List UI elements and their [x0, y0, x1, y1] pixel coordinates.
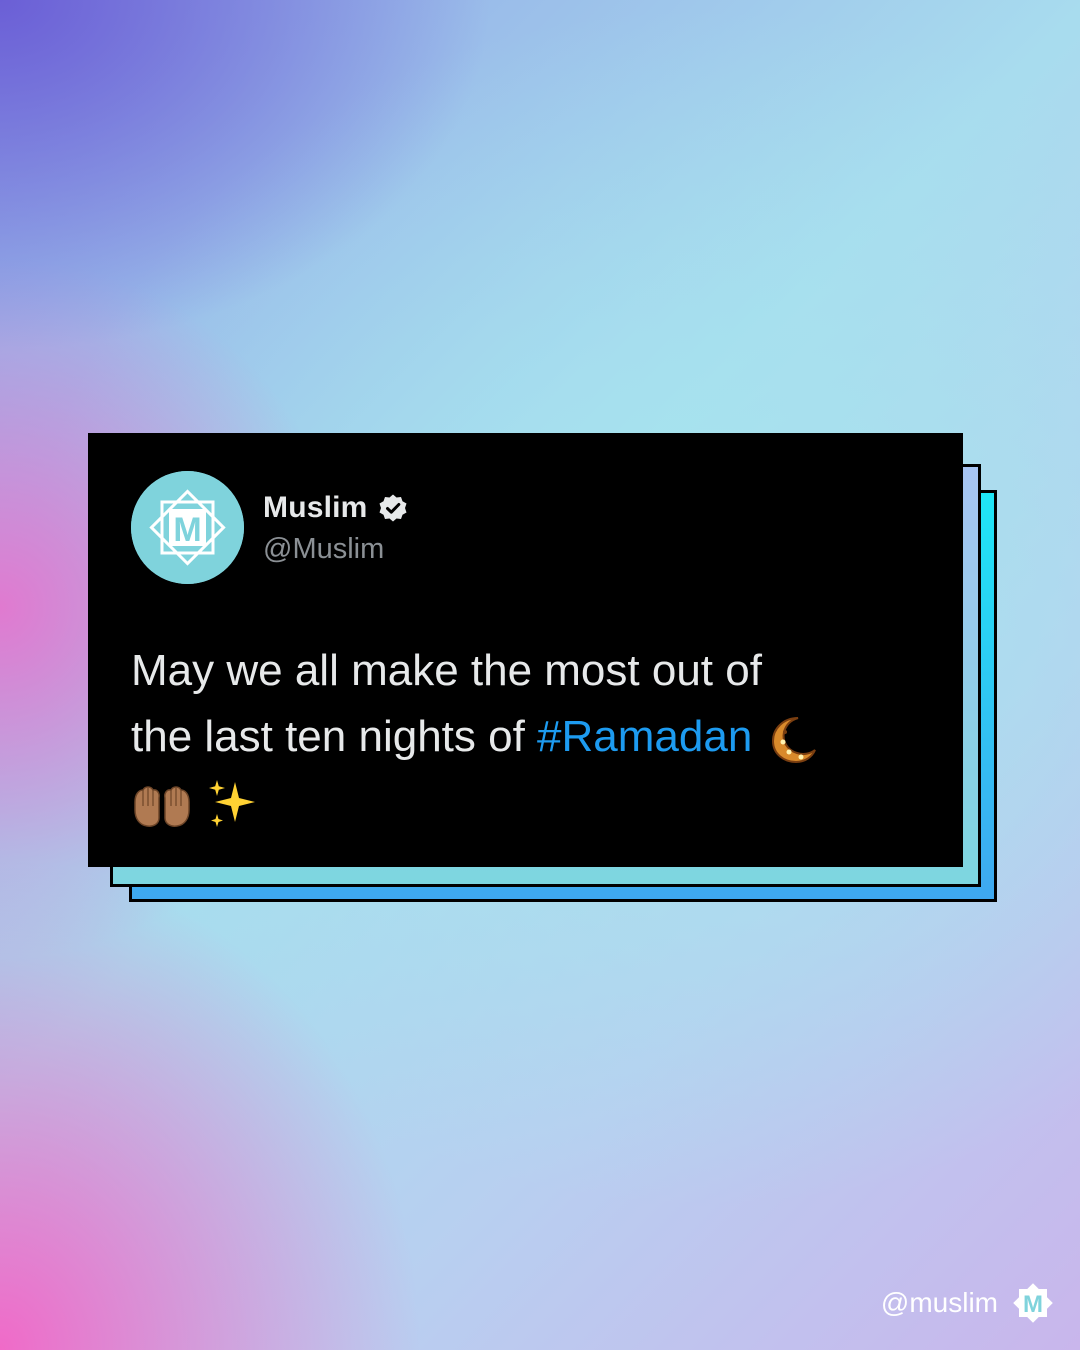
tweet-text-line1: May we all make the most out of — [131, 646, 762, 695]
avatar[interactable]: M — [131, 471, 244, 584]
author-row: Muslim — [263, 491, 408, 525]
tweet-card: M Muslim @Muslim May we all make the mos… — [88, 433, 963, 867]
footer-handle[interactable]: @muslim — [881, 1287, 998, 1319]
tweet-text: May we all make the most out of the last… — [131, 638, 931, 836]
raised-hands-icon — [134, 786, 190, 828]
display-name[interactable]: Muslim — [263, 491, 368, 525]
footer-watermark: @muslim M — [881, 1280, 1056, 1326]
muslim-logo-icon: M — [1013, 1283, 1053, 1323]
tweet-text-line2: the last ten nights of — [131, 712, 538, 761]
author-handle[interactable]: @Muslim — [263, 533, 384, 566]
svg-text:M: M — [173, 511, 201, 549]
svg-text:M: M — [1023, 1291, 1043, 1318]
muslim-logo-icon: M — [131, 471, 244, 584]
crescent-moon-icon — [771, 717, 816, 764]
hashtag-link[interactable]: #Ramadan — [537, 712, 752, 761]
sparkles-icon — [209, 780, 256, 828]
verified-badge-icon — [379, 494, 407, 522]
